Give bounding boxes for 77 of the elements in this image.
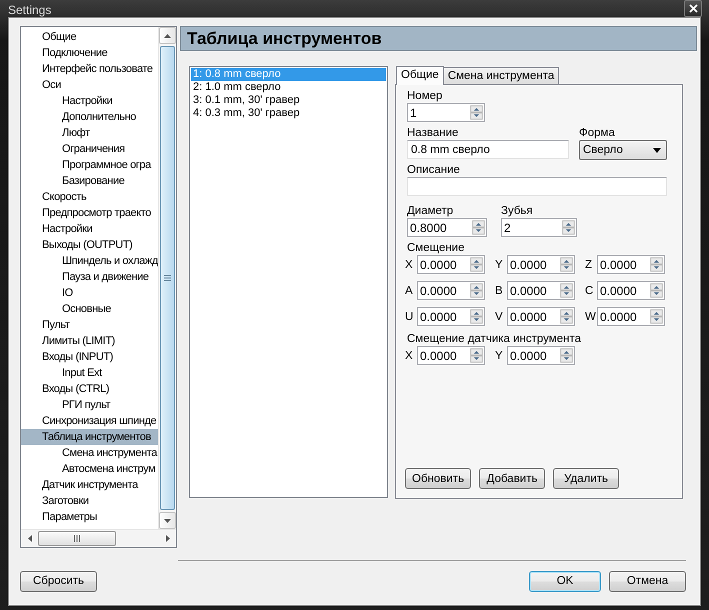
tree-item[interactable]: Параметры bbox=[21, 509, 158, 525]
left-arrow-icon[interactable] bbox=[28, 535, 32, 542]
tree-item[interactable]: Настройки bbox=[21, 93, 158, 109]
list-item[interactable]: 4: 0.3 mm, 30' гравер bbox=[191, 107, 386, 120]
tree-item[interactable]: Подключение bbox=[21, 45, 158, 61]
tree-item[interactable]: Ограничения bbox=[21, 141, 158, 157]
field-label: Номер bbox=[407, 90, 444, 103]
page-title: Таблица инструментов bbox=[187, 28, 382, 48]
axis-label: V bbox=[495, 310, 504, 322]
field-label: Смещение bbox=[407, 242, 466, 255]
axis-label: X bbox=[405, 258, 414, 270]
tree-item[interactable]: Предпросмотр траекто bbox=[21, 205, 158, 221]
up-arrow-icon[interactable] bbox=[164, 34, 171, 38]
axis-label: U bbox=[405, 310, 414, 322]
down-arrow-icon[interactable] bbox=[164, 518, 171, 522]
window-title: Settings bbox=[8, 2, 52, 16]
tree-item[interactable]: Базирование bbox=[21, 173, 158, 189]
tree-item[interactable]: Оси bbox=[21, 77, 158, 93]
reset-button[interactable]: Сбросить bbox=[20, 570, 97, 592]
axis-label: Z bbox=[585, 258, 594, 270]
close-icon bbox=[688, 4, 698, 13]
tree-item[interactable]: Input Ext bbox=[21, 365, 158, 381]
tree-item[interactable]: Смена инструмента bbox=[21, 445, 158, 461]
tree-item[interactable]: Настройки bbox=[21, 221, 158, 237]
shape-dropdown[interactable]: Сверло bbox=[579, 140, 667, 160]
action-button[interactable]: Удалить bbox=[553, 468, 620, 489]
text-field[interactable]: 0.8 mm сверло bbox=[407, 140, 569, 159]
action-button[interactable]: Добавить bbox=[479, 468, 546, 489]
tree-item[interactable]: Скорость bbox=[21, 189, 158, 205]
tree-item[interactable]: Синхронизация шпинде bbox=[21, 413, 158, 429]
vertical-scrollbar[interactable] bbox=[158, 27, 176, 529]
list-item[interactable]: 3: 0.1 mm, 30' гравер bbox=[191, 94, 386, 107]
axis-label: W bbox=[585, 310, 597, 322]
axis-label: Y bbox=[495, 350, 504, 362]
tree-item[interactable]: Пауза и движение bbox=[21, 269, 158, 285]
horizontal-scrollbar[interactable] bbox=[21, 529, 176, 547]
caret-icon bbox=[653, 148, 661, 152]
tree-item[interactable]: Общие bbox=[21, 29, 158, 45]
tree-item[interactable]: Программное огра bbox=[21, 157, 158, 173]
axis-label: A bbox=[405, 284, 414, 296]
tree-item[interactable]: Основные bbox=[21, 301, 158, 317]
axis-label: C bbox=[585, 284, 594, 296]
tree-item[interactable]: Пульт bbox=[21, 317, 158, 333]
field-label: Зубья bbox=[501, 205, 534, 218]
field-label: Форма bbox=[579, 127, 616, 140]
field-label: Смещение датчика инструмента bbox=[407, 333, 582, 346]
tree-item[interactable]: Таблица инструментов bbox=[21, 429, 158, 445]
tree-item[interactable]: Заготовки bbox=[21, 493, 158, 509]
axis-label: Y bbox=[495, 258, 504, 270]
close-button[interactable] bbox=[684, 0, 702, 17]
grip-icon bbox=[74, 535, 80, 542]
tree-item[interactable]: РГИ пульт bbox=[21, 397, 158, 413]
grip-icon bbox=[164, 275, 171, 281]
tree-item[interactable]: Датчик инструмента bbox=[21, 477, 158, 493]
axis-label: B bbox=[495, 284, 504, 296]
axis-label: X bbox=[405, 350, 414, 362]
tree-item[interactable]: Входы (CTRL) bbox=[21, 381, 158, 397]
tree-item[interactable]: Выходы (OUTPUT) bbox=[21, 237, 158, 253]
list-item[interactable]: 2: 1.0 mm сверло bbox=[191, 81, 386, 94]
dialog-button[interactable]: Отмена bbox=[609, 570, 686, 592]
tree-item[interactable]: Входы (INPUT) bbox=[21, 349, 158, 365]
tab[interactable]: Общие bbox=[396, 66, 444, 85]
text-field[interactable] bbox=[407, 177, 667, 196]
action-button[interactable]: Обновить bbox=[405, 468, 472, 489]
field-label: Название bbox=[407, 127, 460, 140]
tree-item[interactable]: Дополнительно bbox=[21, 109, 158, 125]
tree-item[interactable]: Интерфейс пользовате bbox=[21, 61, 158, 77]
field-label: Диаметр bbox=[407, 205, 454, 218]
tab[interactable]: Смена инструмента bbox=[442, 67, 560, 84]
tree-item[interactable]: Лимиты (LIMIT) bbox=[21, 333, 158, 349]
tree-item[interactable]: Шпиндель и охлажд bbox=[21, 253, 158, 269]
tree-item[interactable]: IO bbox=[21, 285, 158, 301]
tree-item[interactable]: Люфт bbox=[21, 125, 158, 141]
field-label: Описание bbox=[407, 164, 461, 177]
tree-item[interactable]: Автосмена инструм bbox=[21, 461, 158, 477]
right-arrow-icon[interactable] bbox=[166, 535, 170, 542]
dialog-button[interactable]: OK bbox=[529, 570, 601, 592]
